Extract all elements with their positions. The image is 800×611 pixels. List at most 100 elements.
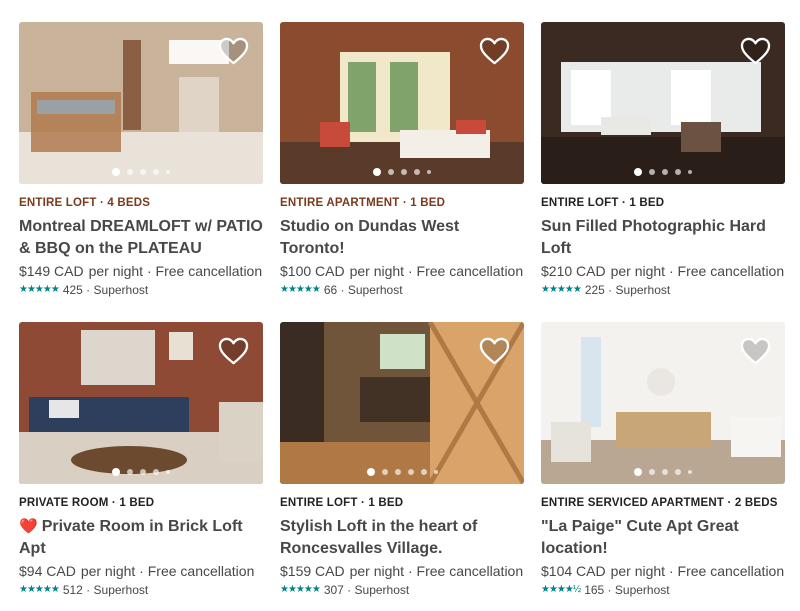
photo-dot[interactable] xyxy=(401,169,407,175)
listing-title[interactable]: Studio on Dundas West Toronto! xyxy=(280,216,524,260)
photo-dot[interactable] xyxy=(127,169,133,175)
listing-title-text[interactable]: Studio on Dundas West Toronto! xyxy=(280,218,459,257)
photo-dot[interactable] xyxy=(140,169,146,175)
listing-title-text[interactable]: Stylish Loft in the heart of Roncesvalle… xyxy=(280,518,477,557)
photo-dot[interactable] xyxy=(407,469,414,475)
heart-icon[interactable] xyxy=(218,37,249,66)
listing-card[interactable]: ENTIRE LOFT · 1 BED Stylish Loft in the … xyxy=(280,322,524,605)
listing-card[interactable]: PRIVATE ROOM · 1 BED ❤️ Private Room in B… xyxy=(19,322,263,605)
photo-dot[interactable] xyxy=(688,470,692,474)
photo-dot[interactable] xyxy=(373,168,381,176)
listing-photo[interactable] xyxy=(280,22,524,184)
listing-card[interactable]: ENTIRE LOFT · 4 BEDS Montreal DREAMLOFT … xyxy=(19,22,263,305)
price-terms: per night · Free cancellation xyxy=(80,563,255,579)
heart-emoji-icon: ❤️ xyxy=(19,518,38,535)
photo-dot[interactable] xyxy=(662,169,668,175)
photo-carousel-dots xyxy=(280,168,524,176)
star-rating-icon: ★★★★½ xyxy=(541,584,581,595)
photo-dot[interactable] xyxy=(675,469,681,475)
photo-dot[interactable] xyxy=(388,169,394,175)
photo-dot[interactable] xyxy=(420,469,427,475)
listing-title-text[interactable]: Montreal DREAMLOFT w/ PATIO & BBQ on the… xyxy=(19,218,263,257)
listing-type: ENTIRE LOFT · 4 BEDS xyxy=(19,197,151,209)
listing-price: $210 CAD xyxy=(541,263,606,279)
photo-dot[interactable] xyxy=(662,469,668,475)
heart-icon[interactable] xyxy=(218,337,249,366)
photo-dot[interactable] xyxy=(433,470,438,474)
listing-title-text[interactable]: Sun Filled Photographic Hard Loft xyxy=(541,218,766,257)
star-rating-icon: ★★★★★ xyxy=(280,284,321,295)
listing-title[interactable]: Montreal DREAMLOFT w/ PATIO & BBQ on the… xyxy=(19,216,263,260)
photo-carousel-dots xyxy=(280,468,524,476)
listing-price-line: $100 CAD per night · Free cancellation xyxy=(280,261,524,281)
photo-dot[interactable] xyxy=(166,170,170,174)
photo-dot[interactable] xyxy=(127,469,133,475)
photo-dot[interactable] xyxy=(153,169,159,175)
review-count: 425 · Superhost xyxy=(62,283,149,297)
heart-icon[interactable] xyxy=(479,337,510,366)
review-count: 165 · Superhost xyxy=(584,583,670,597)
photo-carousel-dots xyxy=(19,168,263,176)
listing-title[interactable]: Stylish Loft in the heart of Roncesvalle… xyxy=(280,516,524,560)
photo-dot[interactable] xyxy=(634,168,642,176)
listing-title[interactable]: ❤️ Private Room in Brick Loft Apt xyxy=(19,516,263,560)
listing-photo[interactable] xyxy=(541,22,785,184)
photo-carousel-dots xyxy=(541,468,785,476)
listing-title-text[interactable]: "La Paige" Cute Apt Great location! xyxy=(541,518,739,557)
photo-dot[interactable] xyxy=(166,470,170,474)
photo-dot[interactable] xyxy=(381,469,388,475)
photo-dot[interactable] xyxy=(675,169,681,175)
price-terms: per night · Free cancellation xyxy=(349,263,524,279)
listing-photo[interactable] xyxy=(19,322,263,484)
listing-card[interactable]: ENTIRE LOFT · 1 BED Sun Filled Photograp… xyxy=(541,22,785,305)
listing-reviews: ★★★★★ 425 · Superhost xyxy=(19,282,263,298)
photo-dot[interactable] xyxy=(112,468,120,476)
photo-dot[interactable] xyxy=(649,169,655,175)
listing-price: $104 CAD xyxy=(541,563,606,579)
listing-price-line: $94 CAD per night · Free cancellation xyxy=(19,561,263,581)
listing-card[interactable]: ENTIRE SERVICED APARTMENT · 2 BEDS "La P… xyxy=(541,322,785,605)
heart-icon[interactable] xyxy=(479,37,510,66)
review-count: 225 · Superhost xyxy=(584,283,671,297)
price-terms: per night · Free cancellation xyxy=(349,563,524,579)
listing-price-line: $159 CAD per night · Free cancellation xyxy=(280,561,524,581)
photo-dot[interactable] xyxy=(153,469,159,475)
listing-photo[interactable] xyxy=(280,322,524,484)
review-count: 66 · Superhost xyxy=(323,283,403,297)
photo-dot[interactable] xyxy=(634,468,642,476)
review-count: 307 · Superhost xyxy=(323,583,410,597)
star-rating-icon: ★★★★★ xyxy=(280,584,321,595)
listing-title-text[interactable]: Private Room in Brick Loft Apt xyxy=(19,518,243,557)
listings-grid: ENTIRE LOFT · 4 BEDS Montreal DREAMLOFT … xyxy=(19,22,785,605)
listing-type: ENTIRE LOFT · 1 BED xyxy=(541,197,665,209)
listing-type: ENTIRE SERVICED APARTMENT · 2 BEDS xyxy=(541,497,778,509)
heart-icon[interactable] xyxy=(740,337,771,366)
listing-price-line: $210 CAD per night · Free cancellation xyxy=(541,261,785,281)
price-terms: per night · Free cancellation xyxy=(610,263,785,279)
photo-dot[interactable] xyxy=(366,468,375,476)
listing-type: ENTIRE APARTMENT · 1 BED xyxy=(280,197,446,209)
photo-dot[interactable] xyxy=(688,170,692,174)
photo-dot[interactable] xyxy=(427,170,431,174)
listing-reviews: ★★★★★ 512 · Superhost xyxy=(19,582,263,598)
price-terms: per night · Free cancellation xyxy=(610,563,785,579)
photo-dot[interactable] xyxy=(394,469,401,475)
listing-price: $100 CAD xyxy=(280,263,345,279)
photo-dot[interactable] xyxy=(414,169,420,175)
listing-reviews: ★★★★★ 225 · Superhost xyxy=(541,282,785,298)
star-rating-icon: ★★★★★ xyxy=(541,284,582,295)
photo-dot[interactable] xyxy=(140,469,146,475)
photo-dot[interactable] xyxy=(112,168,120,176)
listing-price-line: $149 CAD per night · Free cancellation xyxy=(19,261,263,281)
listing-card[interactable]: ENTIRE APARTMENT · 1 BED Studio on Dunda… xyxy=(280,22,524,305)
listing-photo[interactable] xyxy=(541,322,785,484)
listing-photo[interactable] xyxy=(19,22,263,184)
heart-icon[interactable] xyxy=(740,37,771,66)
listing-price-line: $104 CAD per night · Free cancellation xyxy=(541,561,785,581)
photo-dot[interactable] xyxy=(649,469,655,475)
listing-title[interactable]: Sun Filled Photographic Hard Loft xyxy=(541,216,785,260)
photo-carousel-dots xyxy=(19,468,263,476)
listing-type: ENTIRE LOFT · 1 BED xyxy=(280,497,404,509)
listing-title[interactable]: "La Paige" Cute Apt Great location! xyxy=(541,516,785,560)
photo-carousel-dots xyxy=(541,168,785,176)
